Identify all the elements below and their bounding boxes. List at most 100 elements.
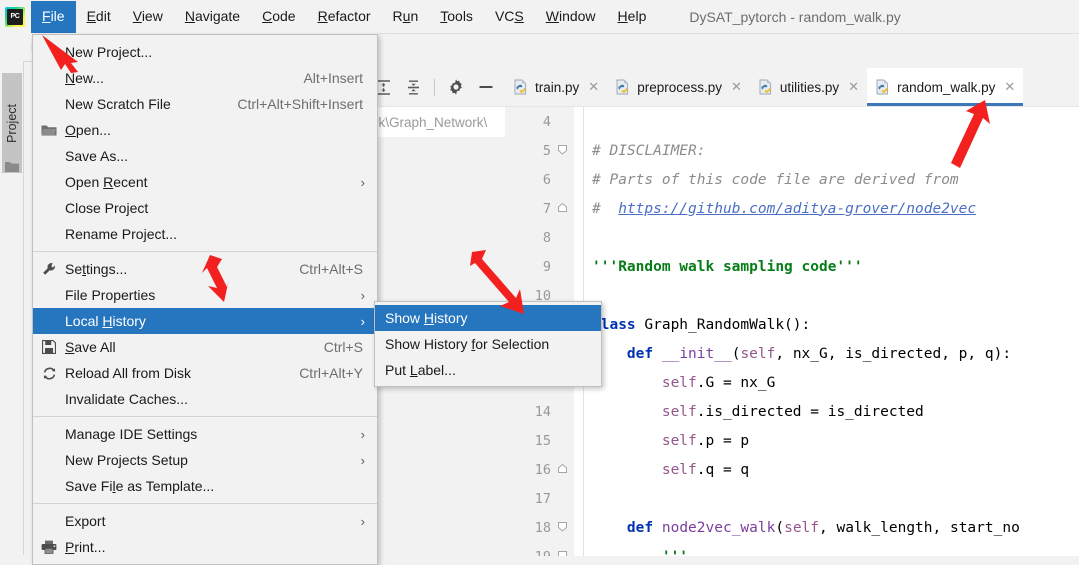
folder-icon — [5, 162, 19, 172]
editor-toolbar — [370, 68, 515, 106]
breadcrumb-text: rk\Graph_Network\ — [374, 114, 488, 130]
file-menu-item-local-history[interactable]: Local History › — [33, 308, 377, 334]
code-text: '''Random walk sampling code''' — [592, 258, 863, 275]
editor-tab-train-py[interactable]: train.py ✕ — [505, 68, 607, 106]
menu-edit[interactable]: Edit — [76, 1, 122, 33]
close-icon[interactable]: ✕ — [731, 79, 742, 95]
menu-item-shortcut: Ctrl+Alt+S — [299, 261, 363, 277]
code-line: 17 — [505, 484, 1079, 513]
editor-tab-preprocess-py[interactable]: preprocess.py ✕ — [607, 68, 750, 106]
code-text: class Graph_RandomWalk(): — [592, 316, 811, 333]
menu-file[interactable]: File — [31, 0, 76, 33]
menu-help[interactable]: Help — [607, 1, 658, 33]
code-line: 9 '''Random walk sampling code''' — [505, 252, 1079, 281]
file-menu-item-file-properties[interactable]: File Properties › — [33, 282, 377, 308]
menu-item-label: Export — [65, 513, 106, 529]
fold-open-icon[interactable] — [557, 144, 568, 155]
menu-item-label: New Projects Setup — [65, 452, 188, 468]
editor-tab-utilities-py[interactable]: utilities.py ✕ — [750, 68, 867, 106]
chevron-right-icon: › — [360, 174, 365, 190]
code-line: 14 self.is_directed = is_directed — [505, 397, 1079, 426]
chevron-right-icon: › — [360, 452, 365, 468]
file-menu-item-manage-ide-settings[interactable]: Manage IDE Settings › — [33, 421, 377, 447]
menu-tools[interactable]: Tools — [429, 1, 484, 33]
submenu-item-show-history[interactable]: Show History — [375, 305, 601, 331]
line-number: 17 — [534, 490, 551, 507]
menu-item-label: Save All — [65, 339, 116, 355]
file-menu-item-new-scratch-file[interactable]: New Scratch File Ctrl+Alt+Shift+Insert — [33, 91, 377, 117]
line-number: 4 — [542, 113, 551, 130]
menu-vcs[interactable]: VCS — [484, 1, 535, 33]
file-menu-item-open[interactable]: Open... — [33, 117, 377, 143]
file-menu-item-new-project[interactable]: New Project... — [33, 39, 377, 65]
menu-window[interactable]: Window — [535, 1, 607, 33]
file-menu-item-reload-all-from-disk[interactable]: Reload All from Disk Ctrl+Alt+Y — [33, 360, 377, 386]
file-menu-item-close-project[interactable]: Close Project — [33, 195, 377, 221]
file-menu-item-save-all[interactable]: Save All Ctrl+S — [33, 334, 377, 360]
file-menu-item-export[interactable]: Export › — [33, 508, 377, 534]
menu-item-label: Manage IDE Settings — [65, 426, 198, 442]
file-menu-item-new[interactable]: New... Alt+Insert — [33, 65, 377, 91]
hide-icon[interactable] — [473, 74, 499, 100]
collapse-all-icon[interactable] — [400, 74, 426, 100]
fold-open-icon[interactable] — [557, 550, 568, 556]
code-line: 6 # Parts of this code file are derived f… — [505, 165, 1079, 194]
code-line: 18 def node2vec_walk(self, walk_length, … — [505, 513, 1079, 542]
fold-end-icon[interactable] — [557, 202, 568, 213]
file-menu-item-settings[interactable]: Settings... Ctrl+Alt+S — [33, 256, 377, 282]
code-line: 19 ''' — [505, 542, 1079, 556]
menu-item-label: New Project... — [65, 44, 153, 60]
close-icon[interactable]: ✕ — [1004, 79, 1015, 95]
line-number: 8 — [542, 229, 551, 246]
window-title: DySAT_pytorch - random_walk.py — [689, 8, 901, 25]
file-menu-item-invalidate-caches[interactable]: Invalidate Caches... — [33, 386, 377, 412]
file-menu-item-save-as[interactable]: Save As... — [33, 143, 377, 169]
fold-marker — [551, 462, 574, 477]
python-file-icon — [616, 79, 629, 95]
fold-open-icon[interactable] — [557, 521, 568, 532]
python-file-icon — [759, 79, 771, 95]
menu-navigate[interactable]: Navigate — [174, 1, 251, 33]
breadcrumb[interactable]: rk\Graph_Network\ — [370, 106, 510, 137]
fold-end-icon[interactable] — [557, 463, 568, 474]
menu-code[interactable]: Code — [251, 1, 306, 33]
file-menu-dropdown[interactable]: New Project... New... Alt+Insert New Scratc… — [32, 34, 378, 565]
menu-item-label: File Properties — [65, 287, 156, 303]
menu-item-label: Invalidate Caches... — [65, 391, 188, 407]
printer-icon — [41, 540, 57, 554]
code-line: 16 self.q = q — [505, 455, 1079, 484]
submenu-item-put-label[interactable]: Put Label... — [375, 357, 601, 383]
file-menu-item-print[interactable]: Print... — [33, 534, 377, 560]
submenu-item-show-history-for-selection[interactable]: Show History for Selection — [375, 331, 601, 357]
editor-tab-label: preprocess.py — [637, 79, 722, 95]
menu-item-label: Save As... — [65, 148, 129, 164]
project-tab-label: Project — [5, 103, 19, 143]
chevron-right-icon: › — [360, 313, 365, 329]
menu-separator — [33, 503, 377, 504]
wrench-icon — [42, 262, 55, 275]
editor-tab-random_walk-py[interactable]: random_walk.py ✕ — [867, 68, 1024, 106]
close-icon[interactable]: ✕ — [588, 79, 599, 95]
menu-run[interactable]: Run — [382, 1, 430, 33]
menu-view[interactable]: View — [122, 1, 174, 33]
menu-bar-items: File Edit View Navigate Code Refactor Run Tools… — [31, 0, 658, 33]
code-line: 15 self.p = p — [505, 426, 1079, 455]
menu-item-label: Rename Project... — [65, 226, 178, 242]
code-text: self.q = q — [661, 461, 750, 478]
local-history-submenu[interactable]: Show History Show History for Selection Pu… — [374, 301, 602, 387]
menu-item-shortcut: Ctrl+Alt+Shift+Insert — [237, 96, 363, 112]
menu-item-label: Save File as Template... — [65, 478, 215, 494]
line-number: 14 — [534, 403, 551, 420]
close-icon[interactable]: ✕ — [848, 79, 859, 95]
file-menu-item-new-projects-setup[interactable]: New Projects Setup › — [33, 447, 377, 473]
menu-refactor[interactable]: Refactor — [307, 1, 382, 33]
settings-gear-icon[interactable] — [443, 74, 469, 100]
menu-item-label: New... — [65, 70, 104, 86]
file-menu-item-save-file-as-template[interactable]: Save File as Template... — [33, 473, 377, 499]
file-menu-item-rename-project[interactable]: Rename Project... — [33, 221, 377, 247]
menu-item-icon — [33, 340, 65, 354]
menu-item-label: Print... — [65, 539, 106, 555]
sidebar-item-project[interactable]: Project — [2, 73, 22, 173]
code-line: 4 — [505, 107, 1079, 136]
file-menu-item-open-recent[interactable]: Open Recent › — [33, 169, 377, 195]
